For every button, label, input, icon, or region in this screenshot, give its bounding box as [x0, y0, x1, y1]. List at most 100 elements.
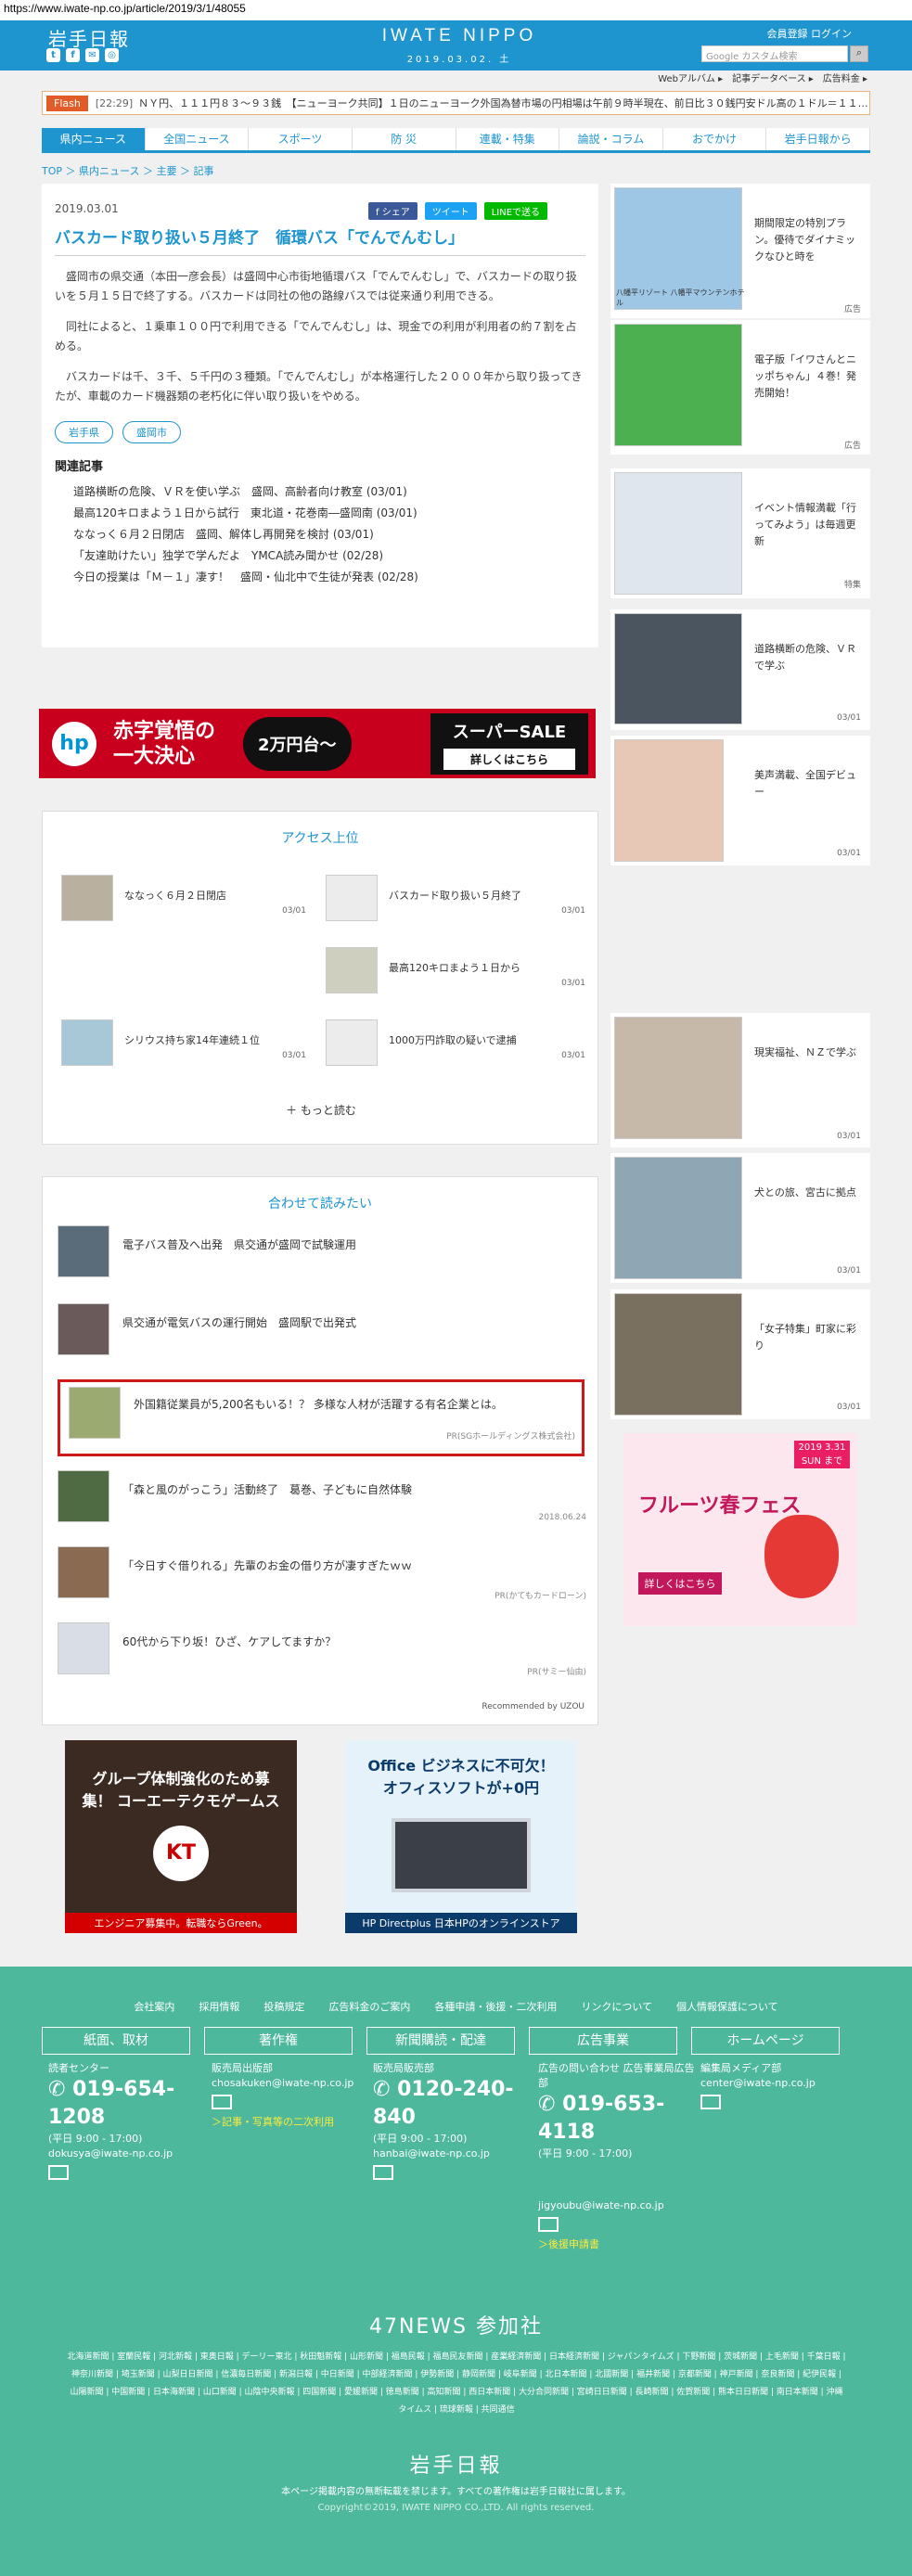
- nav-item-national-news[interactable]: 全国ニュース: [145, 128, 250, 150]
- mail-icon[interactable]: ✉: [85, 48, 99, 62]
- mail-icon[interactable]: [212, 2095, 232, 2109]
- hp-ad-banner[interactable]: hp 赤字覚悟の 一大決心 2万円台〜 スーパーSALE 詳しくはこちら: [39, 709, 596, 778]
- footer-link[interactable]: 投稿規定: [263, 1999, 304, 2014]
- rank-item[interactable]: ななっく６月２日閉店 03/01: [61, 875, 306, 926]
- related-link[interactable]: ななっく６月２日閉店 盛岡、解体し再開発を検討 (03/01): [55, 524, 585, 545]
- side-item[interactable]: イベント情報満載「行ってみよう」は毎週更新 特集: [610, 468, 870, 598]
- nav-item-series[interactable]: 連載・特集: [456, 128, 560, 150]
- line-share-button[interactable]: LINEで送る: [483, 202, 548, 220]
- footer-logo[interactable]: 岩手日報: [0, 2449, 912, 2479]
- footer-link[interactable]: リンクについて: [581, 1999, 652, 2014]
- nav-item-from-nippo[interactable]: 岩手日報から: [766, 128, 870, 150]
- contact-mail[interactable]: jigyoubu@iwate-np.co.jp: [538, 2198, 696, 2213]
- related-heading: 関連記事: [55, 460, 104, 474]
- search-input[interactable]: Google カスタム検索: [701, 45, 848, 62]
- search-button[interactable]: ⌕: [850, 45, 868, 62]
- reco-thumbnail: [58, 1470, 109, 1522]
- tag-morioka[interactable]: 盛岡市: [122, 421, 181, 443]
- nav-item-disaster[interactable]: 防 災: [352, 128, 456, 150]
- footer-link[interactable]: 会社案内: [134, 1999, 174, 2014]
- tweet-button[interactable]: ツイート: [424, 202, 477, 220]
- side-item[interactable]: 「女子特集」町家に彩り 03/01: [610, 1289, 870, 1419]
- contact-phone[interactable]: ✆ 019-653-4118: [538, 2091, 696, 2147]
- reco-item[interactable]: 電子バス普及へ出発 県交通が盛岡で試験運用: [58, 1225, 586, 1281]
- flash-ticker[interactable]: Flash [22:29] ＮＹ円、１１１円８３～９３銭 【ニューヨーク共同】１…: [42, 91, 870, 115]
- site-logo[interactable]: 岩手日報: [48, 24, 130, 51]
- nav-item-sports[interactable]: スポーツ: [249, 128, 353, 150]
- facebook-share-button[interactable]: f シェア: [368, 202, 417, 220]
- side-item[interactable]: 道路横断の危険、ＶＲで学ぶ 03/01: [610, 609, 870, 730]
- reco-item[interactable]: 「今日すぐ借りれる」先輩のお金の借り方が凄すぎたｗｗ PR(かてもカードローン): [58, 1546, 586, 1602]
- login-link[interactable]: ログイン: [811, 28, 852, 40]
- mail-icon[interactable]: [48, 2165, 69, 2180]
- reco-item-pr[interactable]: 外国籍従業員が5,200名もいる！？ 多様な人材が活躍する有名企業とは。 PR(S…: [69, 1387, 575, 1446]
- contact-mail[interactable]: dokusya@iwate-np.co.jp: [48, 2147, 206, 2161]
- contact-mail[interactable]: chosakuken@iwate-np.co.jp: [212, 2076, 369, 2091]
- mail-icon[interactable]: [538, 2217, 559, 2232]
- side-thumbnail: [614, 739, 724, 862]
- footer-button[interactable]: 紙面、取材: [42, 2027, 190, 2055]
- twitter-icon[interactable]: t: [46, 48, 60, 62]
- related-link[interactable]: 「友達助けたい」独学で学んだよ YMCA読み聞かせ (02/28): [55, 545, 585, 567]
- side-item[interactable]: 現実福祉、ＮＺで学ぶ 03/01: [610, 1013, 870, 1147]
- read-more-link[interactable]: ＋ もっと読む: [43, 1102, 599, 1118]
- footer-link[interactable]: 各種申請・後援・二次利用: [434, 1999, 557, 2014]
- reco-thumbnail: [58, 1225, 109, 1277]
- footer-link[interactable]: 採用情報: [199, 1999, 239, 2014]
- rank-title: 1000万円詐取の疑いで逮捕: [389, 1034, 517, 1046]
- reco-item[interactable]: 60代から下り坂！ひざ、ケアしてますか？ PR(サミー仙由): [58, 1622, 586, 1678]
- partner-papers[interactable]: 北海道新聞 | 室蘭民報 | 河北新報 | 東奥日報 | デーリー東北 | 秋田…: [67, 2349, 846, 2419]
- reco-thumbnail: [58, 1622, 109, 1674]
- footer-button[interactable]: 著作権: [204, 2027, 353, 2055]
- related-link[interactable]: 道路横断の危険、ＶＲを使い学ぶ 盛岡、高齢者向け教室 (03/01): [55, 481, 585, 503]
- contact-phone[interactable]: ✆ 019-654-1208: [48, 2076, 206, 2132]
- footer-contact: 販売局販売部 ✆ 0120-240-840 (平日 9:00 - 17:00) …: [373, 2061, 531, 2180]
- contact-mail[interactable]: hanbai@iwate-np.co.jp: [373, 2147, 531, 2161]
- rank-item[interactable]: 最高120キロまよう１日から 03/01: [326, 947, 585, 998]
- address-bar[interactable]: https://www.iwate-np.co.jp/article/2019/…: [0, 0, 912, 20]
- uzou-credit[interactable]: Recommended by UZOU: [482, 1702, 584, 1711]
- nav-item-editorial[interactable]: 論説・コラム: [559, 128, 663, 150]
- rank-item[interactable]: シリウス持ち家14年連続１位 03/01: [61, 1019, 306, 1070]
- ad-cta[interactable]: 詳しくはこちら: [638, 1572, 722, 1595]
- related-link[interactable]: 最高120キロまよう１日から試行 東北道・花巻南―盛岡南 (03/01): [55, 503, 585, 524]
- ad-cta[interactable]: 詳しくはこちら: [443, 748, 575, 770]
- rank-item[interactable]: バスカード取り扱い５月終了 03/01: [326, 875, 585, 926]
- footer-button[interactable]: 広告事業: [529, 2027, 677, 2055]
- reco-title: 「森と風のがっこう」活動終了 葛巻、子どもに自然体験: [122, 1483, 413, 1496]
- utility-links[interactable]: Webアルバム ▸ 記事データベース ▸ 広告料金 ▸: [658, 70, 867, 84]
- instagram-icon[interactable]: ◎: [105, 48, 119, 62]
- footer-button[interactable]: ホームページ: [691, 2027, 840, 2055]
- footer-link[interactable]: 個人情報保護について: [676, 1999, 778, 2014]
- facebook-icon[interactable]: f: [66, 48, 80, 62]
- register-link[interactable]: 会員登録: [767, 28, 808, 40]
- tag-iwate[interactable]: 岩手県: [55, 421, 113, 443]
- related-link[interactable]: 今日の授業は「Ｍ－１」凄す！ 盛岡・仙北中で生徒が発表 (02/28): [55, 567, 585, 588]
- contact-phone[interactable]: ✆ 0120-240-840: [373, 2076, 531, 2132]
- mail-icon[interactable]: [373, 2165, 393, 2180]
- footer-link[interactable]: 広告料金のご案内: [328, 1999, 410, 2014]
- nav-item-local-news[interactable]: 県内ニュース: [42, 128, 146, 150]
- footer-contact: 読者センター ✆ 019-654-1208 (平日 9:00 - 17:00) …: [48, 2061, 206, 2180]
- contact-extra-link[interactable]: ＞後援申請書: [538, 2237, 696, 2252]
- hp-office-ad[interactable]: Office ビジネスに不可欠！ オフィスソフトが+0円 HP Directpl…: [345, 1740, 577, 1933]
- breadcrumb[interactable]: TOP ＞ 県内ニュース ＞ 主要 ＞ 記事: [42, 163, 213, 178]
- rank-item[interactable]: 1000万円詐取の疑いで逮捕 03/01: [326, 1019, 585, 1070]
- side-item[interactable]: 電子版「イワさんとニッポちゃん」４巻！発売開始！ 広告: [610, 320, 870, 455]
- nav-item-outing[interactable]: おでかけ: [662, 128, 767, 150]
- news47-heading: 47NEWS 参加社: [368, 2315, 544, 2339]
- contact-extra-link[interactable]: ＞記事・写真等の二次利用: [212, 2115, 369, 2130]
- koei-tecmo-ad[interactable]: グループ体制強化のため募集！ コーエーテクモゲームス KT エンジニア募集中。転…: [65, 1740, 297, 1933]
- side-item[interactable]: 犬との旅、宮古に拠点 03/01: [610, 1153, 870, 1283]
- fruit-fest-ad[interactable]: 2019 3.31 SUN まで フルーツ春フェス 詳しくはこちら: [623, 1433, 857, 1626]
- contact-hours: (平日 9:00 - 17:00): [373, 2133, 468, 2145]
- contact-mail[interactable]: center@iwate-np.co.jp: [700, 2076, 858, 2091]
- side-item[interactable]: 美声満載、全国デビュー 03/01: [610, 736, 870, 865]
- reco-item[interactable]: 「森と風のがっこう」活動終了 葛巻、子どもに自然体験 2018.06.24: [58, 1470, 586, 1526]
- side-item[interactable]: 八幡平リゾート 八幡平マウンテンホテル 期間限定の特別プラン。優待でダイナミックな…: [610, 184, 870, 318]
- footer-button[interactable]: 新聞購読・配達: [366, 2027, 515, 2055]
- contact-hours: (平日 9:00 - 17:00): [48, 2133, 143, 2145]
- reco-item[interactable]: 県交通が電気バスの運行開始 盛岡駅で出発式: [58, 1303, 586, 1359]
- mail-icon[interactable]: [700, 2095, 721, 2109]
- flash-text[interactable]: ＮＹ円、１１１円８３～９３銭 【ニューヨーク共同】１日のニューヨーク外国為替市場…: [138, 96, 868, 110]
